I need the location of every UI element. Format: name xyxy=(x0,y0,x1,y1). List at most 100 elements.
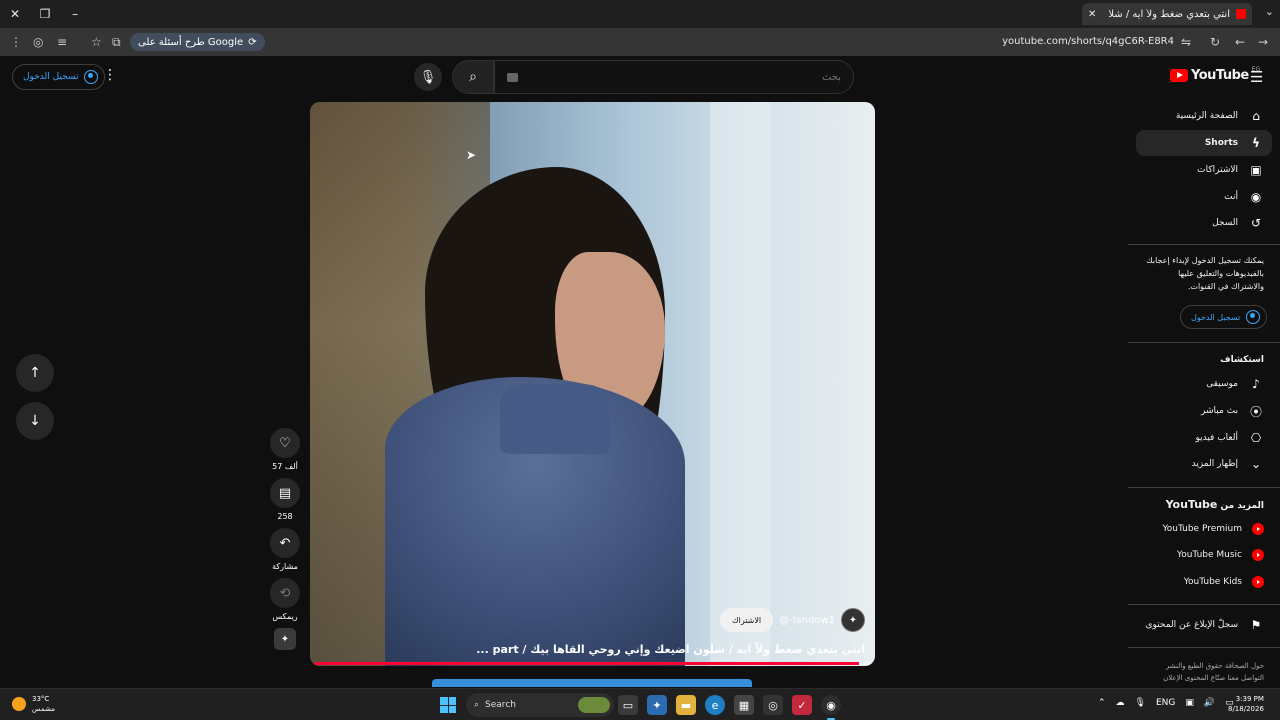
menu-icon[interactable]: ⋮ xyxy=(10,35,22,49)
sidebar-item-gaming[interactable]: ألعاب فيديو ⎔ xyxy=(1136,425,1272,451)
sidebar-divider xyxy=(1128,647,1280,648)
sidebar-item-history[interactable]: السجل ↺ xyxy=(1136,210,1272,236)
sound-thumbnail[interactable]: ✦ xyxy=(274,628,296,650)
weather-text: 33°C مشمس xyxy=(32,694,55,714)
file-explorer-icon[interactable]: ▬ xyxy=(676,695,696,715)
sidebar-item-live[interactable]: بث مباشر ⦿ xyxy=(1136,398,1272,424)
like-button[interactable]: ♡ xyxy=(270,428,300,458)
comments-button[interactable]: ▤ xyxy=(270,478,300,508)
sidebar-item-youtube-premium[interactable]: YouTube Premium xyxy=(1136,516,1272,542)
voice-search-icon[interactable]: 🎙 xyxy=(414,63,442,91)
home-icon: ⌂ xyxy=(1252,109,1260,123)
volume-icon[interactable]: 🔊 xyxy=(1204,698,1215,708)
sidebar-footer-links[interactable]: حول الصحافة حقوق الطبع والنشر التواصل مع… xyxy=(1144,660,1264,684)
task-view-icon[interactable]: ▭ xyxy=(618,695,638,715)
url-text[interactable]: youtube.com/shorts/q4gC6R-E8R4 xyxy=(1002,36,1174,47)
header-signin-button[interactable]: تسجيل الدخول xyxy=(12,64,106,90)
forward-icon[interactable]: → xyxy=(1258,35,1268,49)
channel-name[interactable]: @-landow1 xyxy=(779,615,835,626)
restore-window-icon[interactable]: ❐ xyxy=(30,0,60,28)
sidebar-item-label: الاشتراكات xyxy=(1197,165,1238,175)
sidebar-item-label: أنت xyxy=(1224,192,1238,202)
windows-taskbar: 33°C مشمس ⌕ Search ▭ ✦ ▬ e ▦ ◎ ✓ ◉ ⌃ ☁ 🎙… xyxy=(0,688,1280,720)
next-short-button[interactable]: ↓ xyxy=(16,402,54,440)
mic-tray-icon[interactable]: 🎙 xyxy=(1135,698,1146,708)
youtube-logo[interactable]: YouTube EG xyxy=(1170,66,1260,83)
close-window-icon[interactable]: ✕ xyxy=(0,0,30,28)
heart-icon: ♡ xyxy=(279,435,291,451)
share-button[interactable]: ↶ xyxy=(270,528,300,558)
cloud-icon[interactable]: ☁ xyxy=(1116,698,1125,708)
tab-search-icon[interactable]: ⌄ xyxy=(1265,5,1274,18)
arrow-up-icon: ↑ xyxy=(29,365,41,381)
shorts-icon: ϟ xyxy=(1252,136,1260,150)
store-icon[interactable]: ▦ xyxy=(734,695,754,715)
address-bar-row: ⋮ ◎ ≡ ☆ ⧉ طرح أسئلة على Google ⟳ youtube… xyxy=(0,28,1280,56)
taskbar-clock[interactable]: 3:39 PM 8/18/2026 xyxy=(1228,694,1264,714)
app-icon[interactable]: ◎ xyxy=(763,695,783,715)
search-input[interactable] xyxy=(526,71,841,83)
tray-overflow-icon[interactable]: ⌃ xyxy=(1098,698,1106,708)
subscribe-button[interactable]: الاشتراك xyxy=(720,608,774,632)
more-heading-prefix: المزيد من xyxy=(1220,501,1264,511)
sidebar-signin-button[interactable]: تسجيل الدخول xyxy=(1180,305,1268,329)
youtube-header: تسجيل الدخول ⋮ 🎙 ⌕ YouTube EG ☰ xyxy=(0,56,1280,100)
ask-google-chip[interactable]: طرح أسئلة على Google ⟳ xyxy=(130,33,265,51)
sidebar-item-label: الصفحة الرئيسية xyxy=(1175,111,1238,121)
chrome-icon[interactable]: ◉ xyxy=(821,695,841,720)
reading-list-icon[interactable]: ≡ xyxy=(57,35,67,49)
sidebar-item-youtube-music[interactable]: YouTube Music xyxy=(1136,542,1272,568)
sidebar-item-youtube-kids[interactable]: YouTube Kids xyxy=(1136,569,1272,595)
youtube-favicon-icon xyxy=(1236,9,1246,19)
keyboard-icon[interactable] xyxy=(507,72,519,82)
tab-close-icon[interactable]: ✕ xyxy=(1088,9,1096,20)
channel-avatar[interactable]: ✦ xyxy=(841,608,865,632)
sidebar-item-report-history[interactable]: سجلّ الإبلاغ عن المحتوى ⚑ xyxy=(1136,612,1272,638)
search-button[interactable]: ⌕ xyxy=(452,60,494,94)
remix-icon: ⟲ xyxy=(279,585,291,601)
short-video-player[interactable]: الاشتراك @-landow1 ✦ انتي بتعدي ضغط ولاّ… xyxy=(310,102,875,666)
browser-tab[interactable]: انتي بتعدي ضغط ولاّ ايه / شلا ✕ xyxy=(1082,3,1252,25)
guide-menu-icon[interactable]: ☰ xyxy=(1250,68,1263,86)
site-settings-icon[interactable]: ⇋ xyxy=(1181,35,1191,49)
copilot-icon[interactable]: ✦ xyxy=(647,695,667,715)
video-progress-bar[interactable] xyxy=(314,662,870,665)
more-heading-brand: YouTube xyxy=(1165,498,1218,511)
pdf-app-icon[interactable]: ✓ xyxy=(792,695,812,715)
share-icon: ↶ xyxy=(279,535,291,551)
user-icon xyxy=(84,70,99,84)
remix-button[interactable]: ⟲ xyxy=(270,578,300,608)
chevron-down-icon: ⌄ xyxy=(1250,457,1262,471)
signin-label: تسجيل الدخول xyxy=(23,72,79,82)
bookmark-star-icon[interactable]: ☆ xyxy=(91,35,102,49)
settings-menu-icon[interactable]: ⋮ xyxy=(103,67,117,83)
network-icon[interactable]: ▣ xyxy=(1185,698,1194,708)
windows-start-icon[interactable] xyxy=(440,697,456,713)
minimize-window-icon[interactable]: – xyxy=(60,0,90,28)
sidebar-item-subscriptions[interactable]: الاشتراكات ▣ xyxy=(1136,157,1272,183)
previous-short-button[interactable]: ↑ xyxy=(16,354,54,392)
taskbar-search[interactable]: ⌕ Search xyxy=(466,693,614,717)
weather-widget[interactable]: 33°C مشمس xyxy=(12,694,55,714)
youtube-play-icon xyxy=(1170,69,1188,82)
sidebar-item-you[interactable]: أنت ◉ xyxy=(1136,184,1272,210)
history-icon: ↺ xyxy=(1250,216,1262,230)
arrow-down-icon: ↓ xyxy=(29,413,41,429)
sidebar-divider xyxy=(1128,604,1280,605)
logo-text: YouTube xyxy=(1191,68,1249,83)
cast-icon[interactable]: ⧉ xyxy=(112,35,121,50)
tab-title: انتي بتعدي ضغط ولاّ ايه / شلا xyxy=(1108,8,1230,20)
sidebar-item-music[interactable]: موسيقى ♪ xyxy=(1136,371,1272,397)
clock-time: 3:39 PM xyxy=(1235,695,1264,703)
edge-icon[interactable]: e xyxy=(705,695,725,715)
sidebar-item-show-more[interactable]: إظهار المزيد ⌄ xyxy=(1136,451,1272,477)
sidebar-item-shorts[interactable]: Shorts ϟ xyxy=(1136,130,1272,156)
back-icon[interactable]: ← xyxy=(1235,35,1245,49)
sidebar-item-home[interactable]: الصفحة الرئيسية ⌂ xyxy=(1136,103,1272,129)
language-indicator[interactable]: ENG xyxy=(1156,698,1175,708)
extensions-icon[interactable]: ◎ xyxy=(33,35,43,49)
reload-icon[interactable]: ↻ xyxy=(1210,35,1220,49)
short-title[interactable]: انتي بتعدي ضغط ولاّ ايه / شلون اضيعك وإن… xyxy=(476,643,865,656)
video-background-window xyxy=(710,102,770,666)
sidebar-item-label: سجلّ الإبلاغ عن المحتوى xyxy=(1145,620,1238,630)
